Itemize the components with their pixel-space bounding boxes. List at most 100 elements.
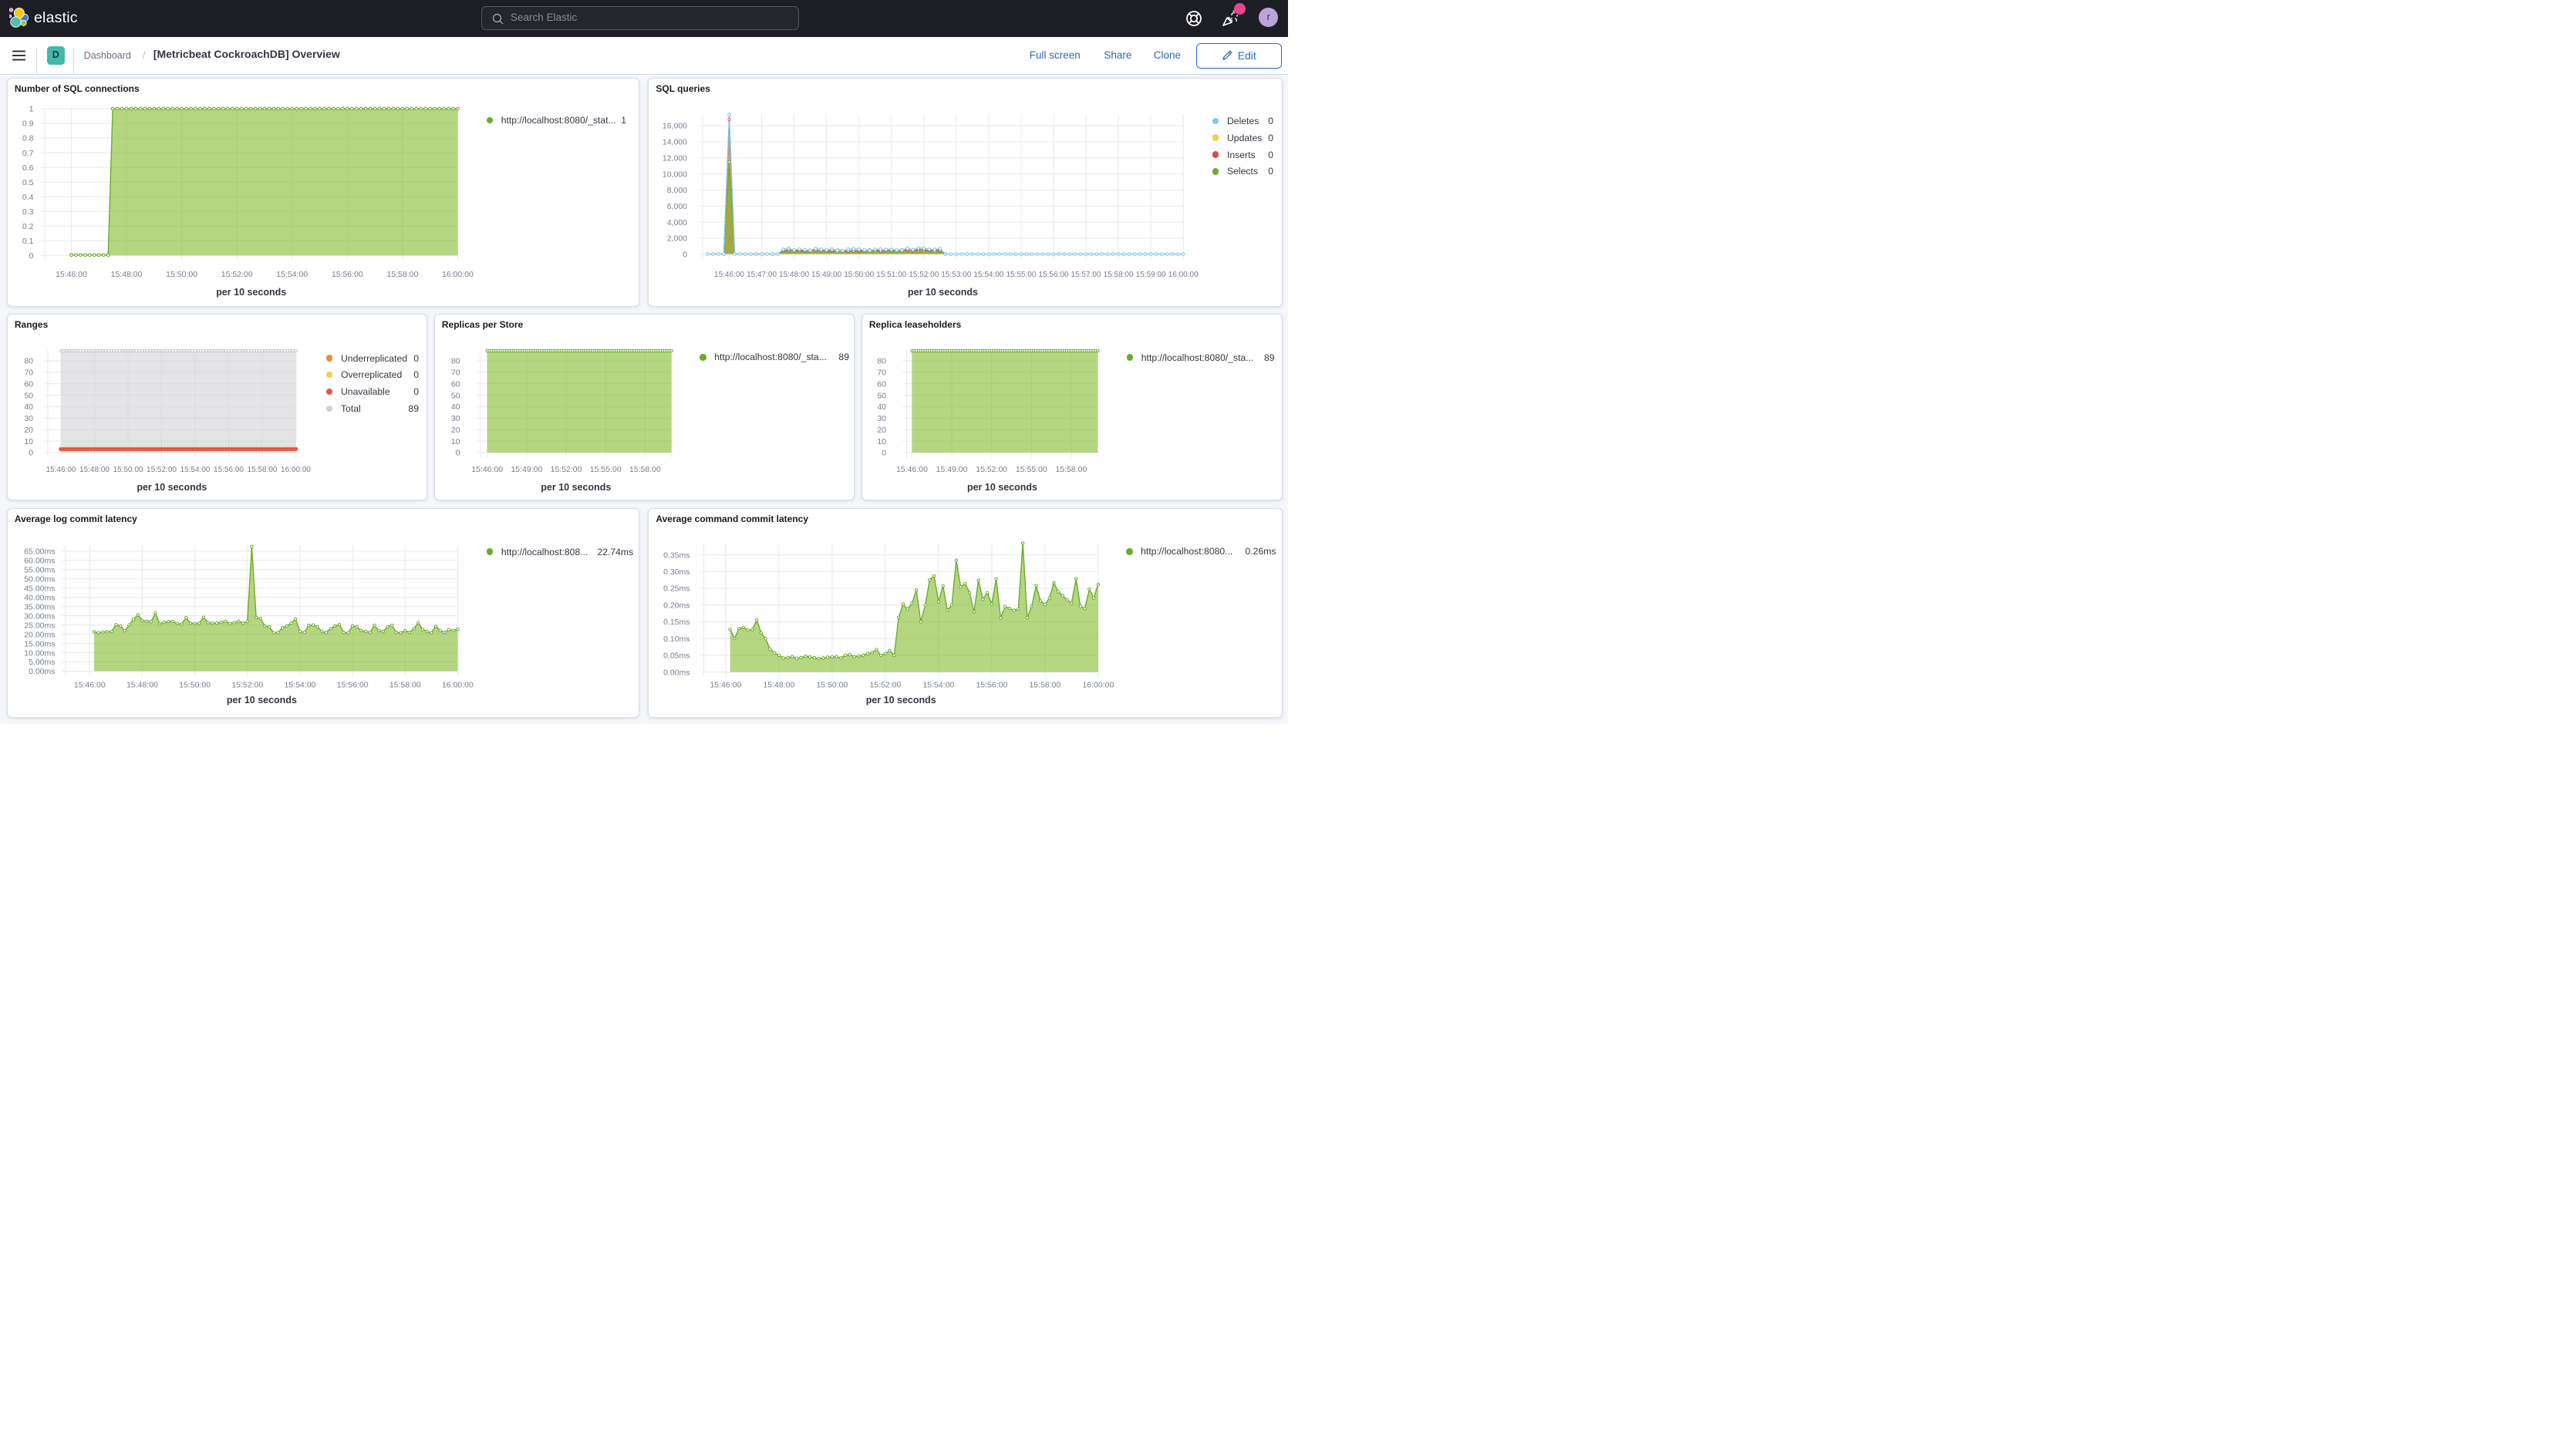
svg-text:0.00ms: 0.00ms bbox=[663, 668, 690, 677]
svg-text:15:49:00: 15:49:00 bbox=[511, 465, 542, 474]
svg-text:0: 0 bbox=[683, 250, 687, 259]
svg-text:65.00ms: 65.00ms bbox=[24, 547, 55, 557]
svg-text:15:52:00: 15:52:00 bbox=[869, 680, 901, 689]
svg-text:15:46:00: 15:46:00 bbox=[46, 466, 76, 474]
svg-text:20.00ms: 20.00ms bbox=[24, 630, 55, 639]
svg-text:8,000: 8,000 bbox=[667, 186, 687, 195]
svg-text:15.00ms: 15.00ms bbox=[24, 639, 55, 648]
svg-text:60: 60 bbox=[877, 379, 886, 389]
svg-text:0: 0 bbox=[882, 449, 886, 458]
svg-text:35.00ms: 35.00ms bbox=[24, 602, 55, 611]
svg-text:16:00:00: 16:00:00 bbox=[1168, 270, 1199, 278]
svg-text:6,000: 6,000 bbox=[667, 202, 687, 211]
svg-text:10: 10 bbox=[877, 437, 886, 446]
svg-text:per 10 seconds: per 10 seconds bbox=[137, 482, 207, 493]
svg-text:0.35ms: 0.35ms bbox=[663, 551, 690, 560]
svg-text:10: 10 bbox=[24, 437, 33, 446]
svg-text:15:58:00: 15:58:00 bbox=[389, 680, 420, 689]
svg-text:15:55:00: 15:55:00 bbox=[1006, 270, 1036, 278]
svg-text:1: 1 bbox=[29, 104, 33, 113]
svg-text:per 10 seconds: per 10 seconds bbox=[216, 286, 286, 297]
svg-text:10.00ms: 10.00ms bbox=[24, 648, 55, 658]
svg-text:40: 40 bbox=[24, 402, 33, 412]
svg-text:15:46:00: 15:46:00 bbox=[710, 680, 741, 689]
svg-text:per 10 seconds: per 10 seconds bbox=[908, 286, 978, 297]
svg-text:15:56:00: 15:56:00 bbox=[976, 680, 1007, 689]
svg-text:45.00ms: 45.00ms bbox=[24, 584, 55, 593]
svg-text:0: 0 bbox=[29, 251, 33, 260]
svg-text:15:58:00: 15:58:00 bbox=[1104, 270, 1134, 278]
svg-text:15:46:00: 15:46:00 bbox=[471, 465, 503, 474]
svg-text:per 10 seconds: per 10 seconds bbox=[966, 482, 1037, 493]
svg-text:25.00ms: 25.00ms bbox=[24, 621, 55, 630]
svg-text:0.1: 0.1 bbox=[22, 236, 33, 245]
svg-text:per 10 seconds: per 10 seconds bbox=[226, 695, 296, 705]
svg-text:15:58:00: 15:58:00 bbox=[386, 269, 418, 278]
svg-text:0.5: 0.5 bbox=[22, 177, 33, 187]
svg-text:15:55:00: 15:55:00 bbox=[1015, 465, 1047, 474]
svg-text:0: 0 bbox=[455, 449, 460, 458]
svg-text:60: 60 bbox=[24, 379, 33, 389]
svg-text:16,000: 16,000 bbox=[663, 121, 687, 130]
svg-text:15:54:00: 15:54:00 bbox=[973, 270, 1003, 278]
svg-text:15:58:00: 15:58:00 bbox=[247, 466, 277, 474]
svg-text:14,000: 14,000 bbox=[663, 137, 687, 146]
svg-text:0: 0 bbox=[29, 449, 33, 458]
svg-text:0.30ms: 0.30ms bbox=[663, 567, 690, 577]
svg-text:15:56:00: 15:56:00 bbox=[214, 466, 244, 474]
svg-text:0.4: 0.4 bbox=[22, 192, 33, 201]
svg-text:0.25ms: 0.25ms bbox=[663, 584, 690, 594]
svg-text:15:48:00: 15:48:00 bbox=[126, 680, 158, 689]
svg-text:0.7: 0.7 bbox=[22, 148, 33, 157]
svg-text:15:52:00: 15:52:00 bbox=[147, 466, 177, 474]
svg-text:15:50:00: 15:50:00 bbox=[844, 270, 874, 278]
svg-text:55.00ms: 55.00ms bbox=[24, 565, 55, 574]
svg-text:15:52:00: 15:52:00 bbox=[221, 269, 252, 278]
svg-text:80: 80 bbox=[24, 357, 33, 366]
svg-text:0.8: 0.8 bbox=[22, 133, 33, 143]
svg-text:30: 30 bbox=[450, 414, 460, 423]
svg-text:15:51:00: 15:51:00 bbox=[876, 270, 906, 278]
svg-text:15:56:00: 15:56:00 bbox=[331, 269, 362, 278]
svg-text:60: 60 bbox=[450, 379, 460, 389]
svg-text:5.00ms: 5.00ms bbox=[29, 658, 55, 667]
svg-text:0.3: 0.3 bbox=[22, 207, 33, 216]
svg-text:20: 20 bbox=[877, 426, 886, 435]
svg-text:15:52:00: 15:52:00 bbox=[231, 680, 263, 689]
svg-text:10: 10 bbox=[450, 437, 460, 446]
svg-text:15:46:00: 15:46:00 bbox=[73, 680, 105, 689]
svg-text:16:00:00: 16:00:00 bbox=[441, 680, 473, 689]
svg-text:15:54:00: 15:54:00 bbox=[276, 269, 308, 278]
svg-text:15:56:00: 15:56:00 bbox=[1039, 270, 1069, 278]
svg-text:0.2: 0.2 bbox=[22, 221, 33, 231]
svg-text:40.00ms: 40.00ms bbox=[24, 593, 55, 602]
svg-text:15:52:00: 15:52:00 bbox=[976, 465, 1007, 474]
svg-text:15:50:00: 15:50:00 bbox=[816, 680, 848, 689]
svg-text:20: 20 bbox=[24, 426, 33, 435]
svg-text:15:46:00: 15:46:00 bbox=[56, 269, 87, 278]
svg-text:16:00:00: 16:00:00 bbox=[441, 269, 473, 278]
svg-text:15:47:00: 15:47:00 bbox=[747, 270, 777, 278]
svg-text:16:00:00: 16:00:00 bbox=[1082, 680, 1114, 689]
svg-text:15:58:00: 15:58:00 bbox=[1055, 465, 1087, 474]
svg-text:0.10ms: 0.10ms bbox=[663, 635, 690, 644]
svg-text:50: 50 bbox=[450, 391, 460, 400]
svg-text:50.00ms: 50.00ms bbox=[24, 574, 55, 584]
svg-text:4,000: 4,000 bbox=[667, 217, 687, 227]
svg-text:70: 70 bbox=[450, 369, 460, 378]
svg-text:50: 50 bbox=[877, 391, 886, 400]
svg-text:40: 40 bbox=[450, 402, 460, 412]
svg-text:30: 30 bbox=[24, 414, 33, 423]
svg-text:15:48:00: 15:48:00 bbox=[763, 680, 794, 689]
svg-text:15:49:00: 15:49:00 bbox=[936, 465, 967, 474]
svg-text:80: 80 bbox=[450, 357, 460, 366]
svg-text:0.20ms: 0.20ms bbox=[663, 601, 690, 610]
svg-text:20: 20 bbox=[450, 426, 460, 435]
svg-text:60.00ms: 60.00ms bbox=[24, 556, 55, 565]
svg-text:80: 80 bbox=[877, 357, 886, 366]
svg-text:70: 70 bbox=[24, 369, 33, 378]
svg-text:15:50:00: 15:50:00 bbox=[179, 680, 211, 689]
svg-text:16:00:00: 16:00:00 bbox=[281, 466, 311, 474]
svg-text:15:55:00: 15:55:00 bbox=[589, 465, 621, 474]
svg-text:15:50:00: 15:50:00 bbox=[113, 466, 143, 474]
